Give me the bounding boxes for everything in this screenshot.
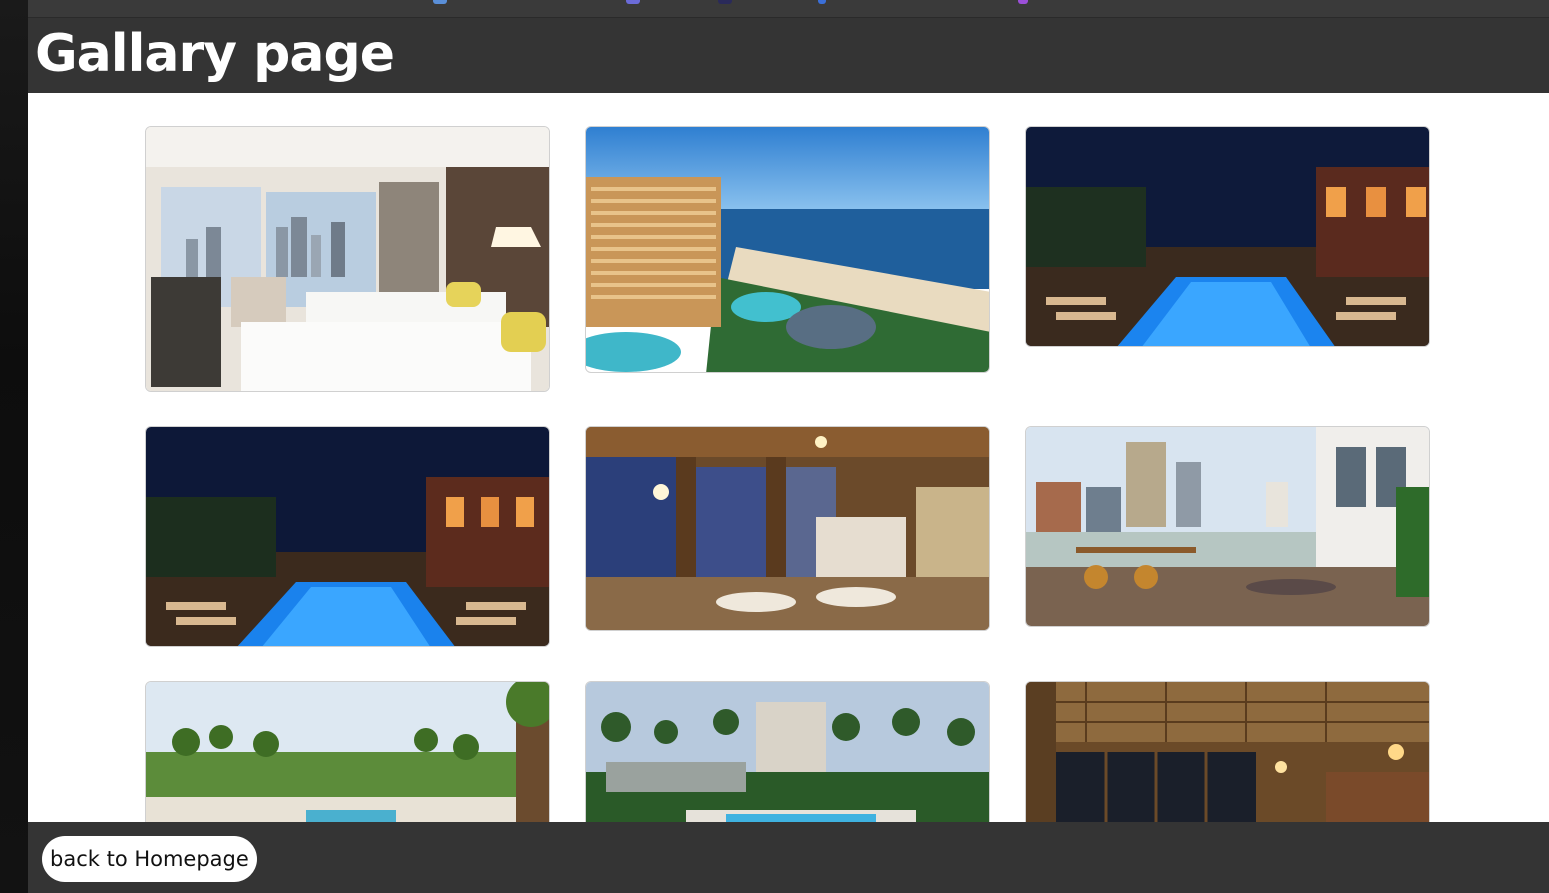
toolbar-icon[interactable] xyxy=(1018,0,1028,4)
gallery-image-palm-resort[interactable] xyxy=(145,681,550,822)
gallery-grid xyxy=(28,93,1549,822)
lounge-photo xyxy=(1026,682,1429,822)
left-window-edge xyxy=(0,0,28,893)
browser-toolbar-strip xyxy=(28,0,1549,18)
palm-resort-photo xyxy=(146,682,549,822)
gallery-image-rooftop-pool-night[interactable] xyxy=(1025,126,1430,347)
terrace-photo xyxy=(1026,427,1429,626)
night-pool-photo xyxy=(1026,127,1429,346)
hotel-pool-photo xyxy=(586,682,989,822)
gallery-image-lounge[interactable] xyxy=(1025,681,1430,822)
beach-resort-photo xyxy=(586,127,989,372)
toolbar-icon[interactable] xyxy=(718,0,732,4)
gallery-image-hotel-pool[interactable] xyxy=(585,681,990,822)
gallery-image-beach-resort[interactable] xyxy=(585,126,990,373)
gallery-image-rooftop-terrace[interactable] xyxy=(1025,426,1430,627)
gallery-image-restaurant[interactable] xyxy=(585,426,990,631)
night-pool-photo-2 xyxy=(146,427,549,646)
page-title: Gallary page xyxy=(35,24,395,84)
back-to-homepage-button[interactable]: back to Homepage xyxy=(42,836,257,882)
page-header: Gallary page xyxy=(28,18,1549,93)
gallery-image-rooftop-pool-night-2[interactable] xyxy=(145,426,550,647)
gallery-image-hotel-bedroom[interactable] xyxy=(145,126,550,392)
toolbar-icon[interactable] xyxy=(626,0,640,4)
page-footer: back to Homepage xyxy=(28,822,1549,893)
hotel-bedroom-photo xyxy=(146,127,549,391)
toolbar-icon[interactable] xyxy=(433,0,447,4)
restaurant-photo xyxy=(586,427,989,630)
toolbar-icon[interactable] xyxy=(818,0,826,4)
